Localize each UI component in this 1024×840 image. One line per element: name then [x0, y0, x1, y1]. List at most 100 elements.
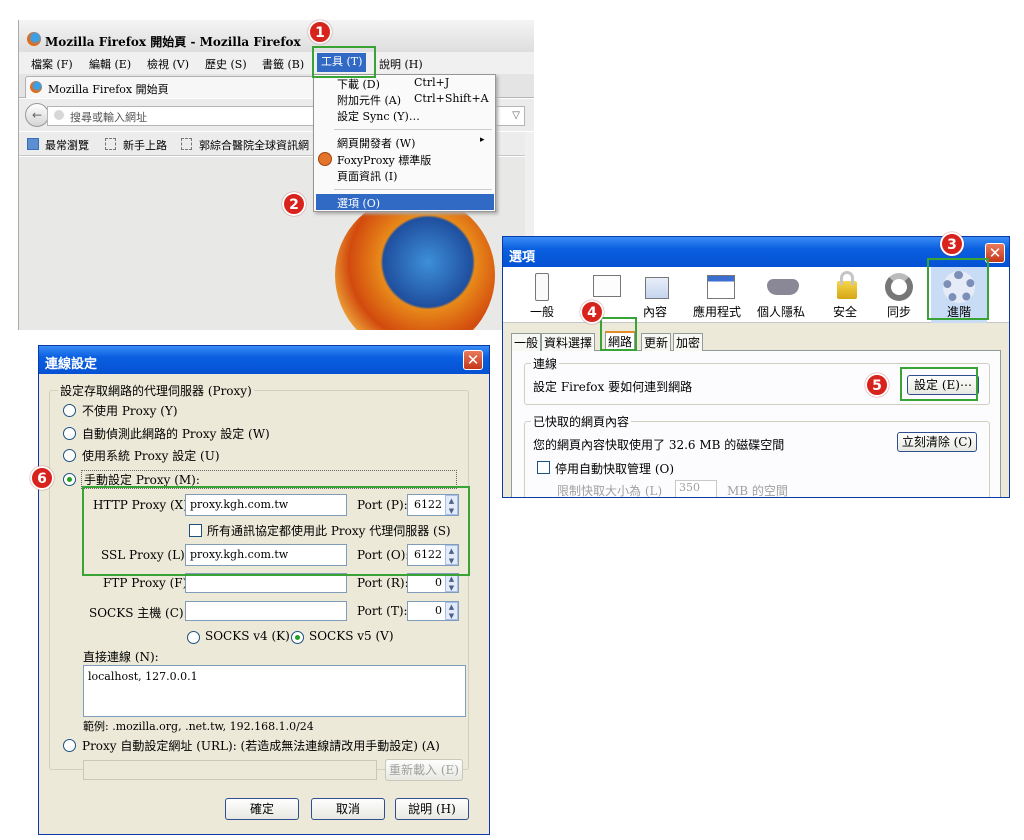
menu-addons[interactable]: 附加元件 (A) — [337, 92, 401, 108]
override-cache-label: 停用自動快取管理 (O) — [555, 462, 675, 476]
step-badge-4: 4 — [580, 300, 604, 324]
applications-icon — [707, 275, 735, 299]
help-button[interactable]: 說明 (H) — [395, 798, 469, 820]
menu-history[interactable]: 歷史 (S) — [205, 56, 247, 72]
settings-button-highlight — [900, 367, 978, 401]
tab-label: Mozilla Firefox 開始頁 — [48, 83, 169, 96]
override-cache-checkbox[interactable] — [537, 461, 550, 474]
subtab-bar: 一般 資料選擇 網路 更新 加密 — [511, 331, 1001, 352]
content-icon — [645, 277, 669, 299]
ftp-port-stepper[interactable]: ▲ ▼ — [445, 574, 458, 592]
foxyproxy-icon — [318, 152, 332, 166]
radio-socks-v4-label: SOCKS v4 (K) — [205, 629, 290, 643]
limit-cache-input[interactable]: 350 — [675, 480, 717, 497]
limit-cache-label: 限制快取大小為 (L) — [557, 484, 663, 498]
auto-config-input[interactable] — [83, 760, 377, 780]
menu-downloads[interactable]: 下載 (D) — [337, 76, 380, 92]
submenu-arrow-icon: ▸ — [480, 135, 485, 145]
menu-separator — [334, 189, 492, 190]
socks-host-label: SOCKS 主機 (C): — [89, 606, 188, 620]
browser-tab[interactable]: Mozilla Firefox 開始頁 — [25, 76, 315, 98]
reload-button[interactable]: 重新載入 (E) — [385, 759, 463, 781]
address-placeholder: 搜尋或輸入網址 — [70, 111, 147, 124]
close-icon[interactable]: ✕ — [463, 350, 483, 370]
socks-host-input[interactable] — [185, 601, 347, 621]
menubar: 檔案 (F) 編輯 (E) 檢視 (V) 歷史 (S) 書籤 (B) 工具 (T… — [19, 52, 534, 74]
toolbar-privacy[interactable]: 個人隱私 — [757, 267, 813, 323]
general-icon — [535, 273, 549, 301]
globe-icon — [54, 110, 64, 120]
subtab-general[interactable]: 一般 — [511, 333, 542, 352]
subtab-encryption[interactable]: 加密 — [673, 333, 704, 352]
bookmark-most-visited[interactable]: 最常瀏覽 — [45, 137, 89, 153]
menu-file[interactable]: 檔案 (F) — [31, 56, 73, 72]
toolbar-applications[interactable]: 應用程式 — [689, 267, 753, 323]
step-badge-2: 2 — [282, 192, 306, 216]
proxy-titlebar: 連線設定 ✕ — [39, 346, 489, 374]
network-tab-highlight — [600, 317, 637, 351]
ftp-proxy-input[interactable] — [185, 573, 347, 593]
menu-web-developer[interactable]: 網頁開發者 (W) — [337, 135, 415, 151]
firefox-logo-icon — [27, 32, 41, 46]
example-text: 範例: .mozilla.org, .net.tw, 192.168.1.0/2… — [83, 720, 314, 733]
cancel-button[interactable]: 取消 — [311, 798, 385, 820]
sync-icon — [885, 273, 913, 301]
options-title: 選項 — [509, 249, 536, 264]
radio-socks-v5-label: SOCKS v5 (V) — [309, 629, 394, 643]
radio-auto-detect[interactable] — [63, 427, 76, 440]
socks-port-label: Port (T): — [357, 604, 408, 618]
toolbar-content[interactable]: 內容 — [631, 267, 679, 323]
manual-proxy-highlight — [82, 486, 470, 576]
menu-addons-shortcut: Ctrl+Shift+A — [414, 92, 489, 105]
radio-auto-detect-label: 自動偵測此網路的 Proxy 設定 (W) — [82, 427, 270, 441]
menu-view[interactable]: 檢視 (V) — [147, 56, 189, 72]
socks-port-stepper[interactable]: ▲ ▼ — [445, 602, 458, 620]
bookmark-getting-started[interactable]: 新手上路 — [123, 137, 167, 153]
step-badge-6: 6 — [30, 466, 54, 490]
dropdown-arrow-icon[interactable]: ▽ — [512, 110, 520, 121]
toolbar-security[interactable]: 安全 — [825, 267, 869, 323]
clear-now-button[interactable]: 立刻清除 (C) — [897, 432, 977, 452]
subtab-update[interactable]: 更新 — [641, 333, 672, 352]
ftp-proxy-label: FTP Proxy (F): — [103, 576, 192, 590]
privacy-mask-icon — [767, 279, 799, 295]
toolbar-general-label: 一般 — [530, 305, 555, 319]
toolbar-general[interactable]: 一般 — [517, 267, 565, 323]
radio-system-proxy[interactable] — [63, 449, 76, 462]
toolbar-applications-label: 應用程式 — [693, 305, 742, 319]
radio-socks-v4[interactable] — [187, 631, 200, 644]
no-proxy-for-textarea[interactable]: localhost, 127.0.0.1 — [83, 665, 466, 717]
menu-help[interactable]: 說明 (H) — [379, 56, 423, 72]
firefox-globe-logo — [335, 195, 495, 330]
toolbar-sync-label: 同步 — [887, 305, 912, 319]
menu-bookmarks[interactable]: 書籤 (B) — [262, 56, 304, 72]
radio-manual-proxy[interactable] — [63, 473, 76, 486]
no-proxy-for-label: 直接連線 (N): — [83, 650, 159, 664]
ok-button[interactable]: 確定 — [225, 798, 299, 820]
step-badge-3: 3 — [940, 232, 964, 256]
toolbar-content-label: 內容 — [643, 305, 668, 319]
radio-auto-config[interactable] — [63, 739, 76, 752]
cache-group-label: 已快取的網頁內容 — [531, 413, 632, 430]
proxy-dialog: 連線設定 ✕ 設定存取網路的代理伺服器 (Proxy) 不使用 Proxy (Y… — [38, 345, 490, 835]
menu-downloads-shortcut: Ctrl+J — [414, 76, 450, 89]
subtab-data-choices[interactable]: 資料選擇 — [541, 333, 596, 352]
tabs-icon — [593, 275, 621, 297]
limit-cache-unit: MB 的空間 — [727, 484, 788, 498]
cache-usage-text: 您的網頁內容快取使用了 32.6 MB 的磁碟空間 — [533, 438, 785, 452]
step-badge-1: 1 — [308, 20, 332, 44]
menu-page-info[interactable]: 頁面資訊 (I) — [337, 168, 397, 184]
most-visited-icon — [27, 138, 39, 150]
back-button[interactable]: ← — [25, 103, 49, 127]
toolbar-sync[interactable]: 同步 — [877, 267, 921, 323]
menu-sync[interactable]: 設定 Sync (Y)… — [337, 108, 420, 124]
radio-socks-v5[interactable] — [291, 631, 304, 644]
proxy-title: 連線設定 — [45, 356, 98, 371]
bookmark-kgh[interactable]: 郭綜合醫院全球資訊網 — [199, 137, 319, 153]
menu-edit[interactable]: 編輯 (E) — [89, 56, 131, 72]
menu-options[interactable]: 選項 (O) — [316, 194, 494, 210]
cache-group: 已快取的網頁內容 您的網頁內容快取使用了 32.6 MB 的磁碟空間 立刻清除 … — [524, 413, 990, 498]
menu-foxyproxy[interactable]: FoxyProxy 標準版 — [337, 152, 431, 168]
radio-no-proxy[interactable] — [63, 404, 76, 417]
back-arrow-icon: ← — [31, 108, 43, 122]
